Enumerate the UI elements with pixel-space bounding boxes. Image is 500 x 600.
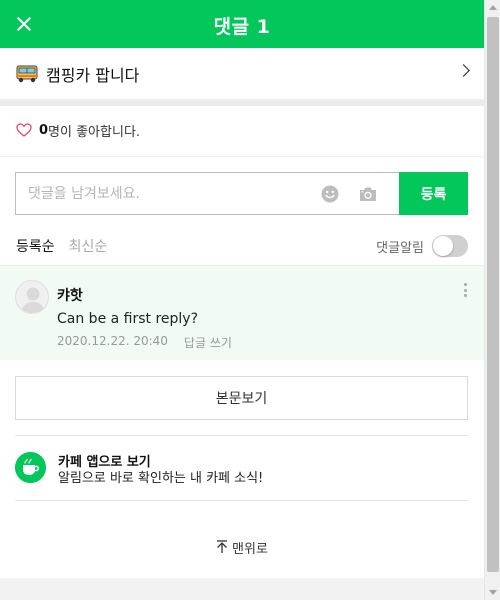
app-promo[interactable]: 카페 앱으로 보기 알림으로 바로 확인하는 내 카페 소식! [15,451,468,486]
footer-band [0,578,484,600]
comment-author[interactable]: 캬핫 [57,285,83,305]
toggle-knob [433,236,453,256]
scroll-thumb[interactable] [487,17,499,572]
bus-icon [16,65,38,82]
post-title-link[interactable]: 캠핑카 팝니다 [0,48,484,99]
promo-subtitle: 알림으로 바로 확인하는 내 카페 소식! [58,471,264,486]
scrollbar[interactable] [484,0,500,600]
comment-item: 캬핫 Can be a first reply? 2020.12.22. 20:… [0,265,484,360]
avatar[interactable] [15,280,49,314]
scroll-up-icon[interactable] [489,5,497,10]
notify-label: 댓글알림 [376,240,424,256]
default-avatar-icon [21,287,45,313]
likes-label: 명이 좋아합니다. [48,124,141,140]
back-to-top-button[interactable]: 맨위로 [0,538,484,557]
post-title: 캠핑카 팝니다 [46,65,140,85]
header-bar: 댓글 1 [0,0,484,48]
comment-input[interactable] [28,173,318,214]
arrow-up-icon [217,540,228,553]
comment-date: 2020.12.22. 20:40 [57,334,168,348]
page-title: 댓글 1 [213,16,271,38]
divider [15,435,468,436]
emoji-icon[interactable] [321,185,339,203]
divider [0,156,484,157]
chevron-right-icon [457,64,470,77]
comments-panel: 댓글 1 캠핑카 팝니다 0 명이 좋아합니다. 댓글을 남겨보세요. 등록 등… [0,0,484,600]
reply-button[interactable]: 답글 쓰기 [184,334,232,351]
tab-sort-oldest[interactable]: 등록순 [16,236,55,256]
back-to-top-label: 맨위로 [232,542,268,557]
camera-icon[interactable] [358,186,378,202]
divider [15,500,468,501]
show-post-button[interactable]: 본문보기 [15,376,468,420]
likes-row: 0 명이 좋아합니다. [16,118,140,142]
section-divider [0,99,484,106]
scroll-down-icon[interactable] [489,590,497,595]
comment-meta: 2020.12.22. 20:40 답글 쓰기 [57,334,232,351]
cafe-app-icon [15,452,46,483]
comment-notify: 댓글알림 [376,235,468,257]
heart-icon[interactable] [16,123,32,137]
sort-tabs: 등록순 최신순 [16,236,107,256]
likes-count: 0 [39,122,49,138]
comment-text: Can be a first reply? [57,311,199,327]
comment-input-box [15,172,399,215]
more-options-icon[interactable] [464,283,468,299]
notify-toggle[interactable] [432,235,468,257]
tab-sort-newest[interactable]: 최신순 [69,236,108,256]
submit-comment-button[interactable]: 등록 [399,172,468,215]
